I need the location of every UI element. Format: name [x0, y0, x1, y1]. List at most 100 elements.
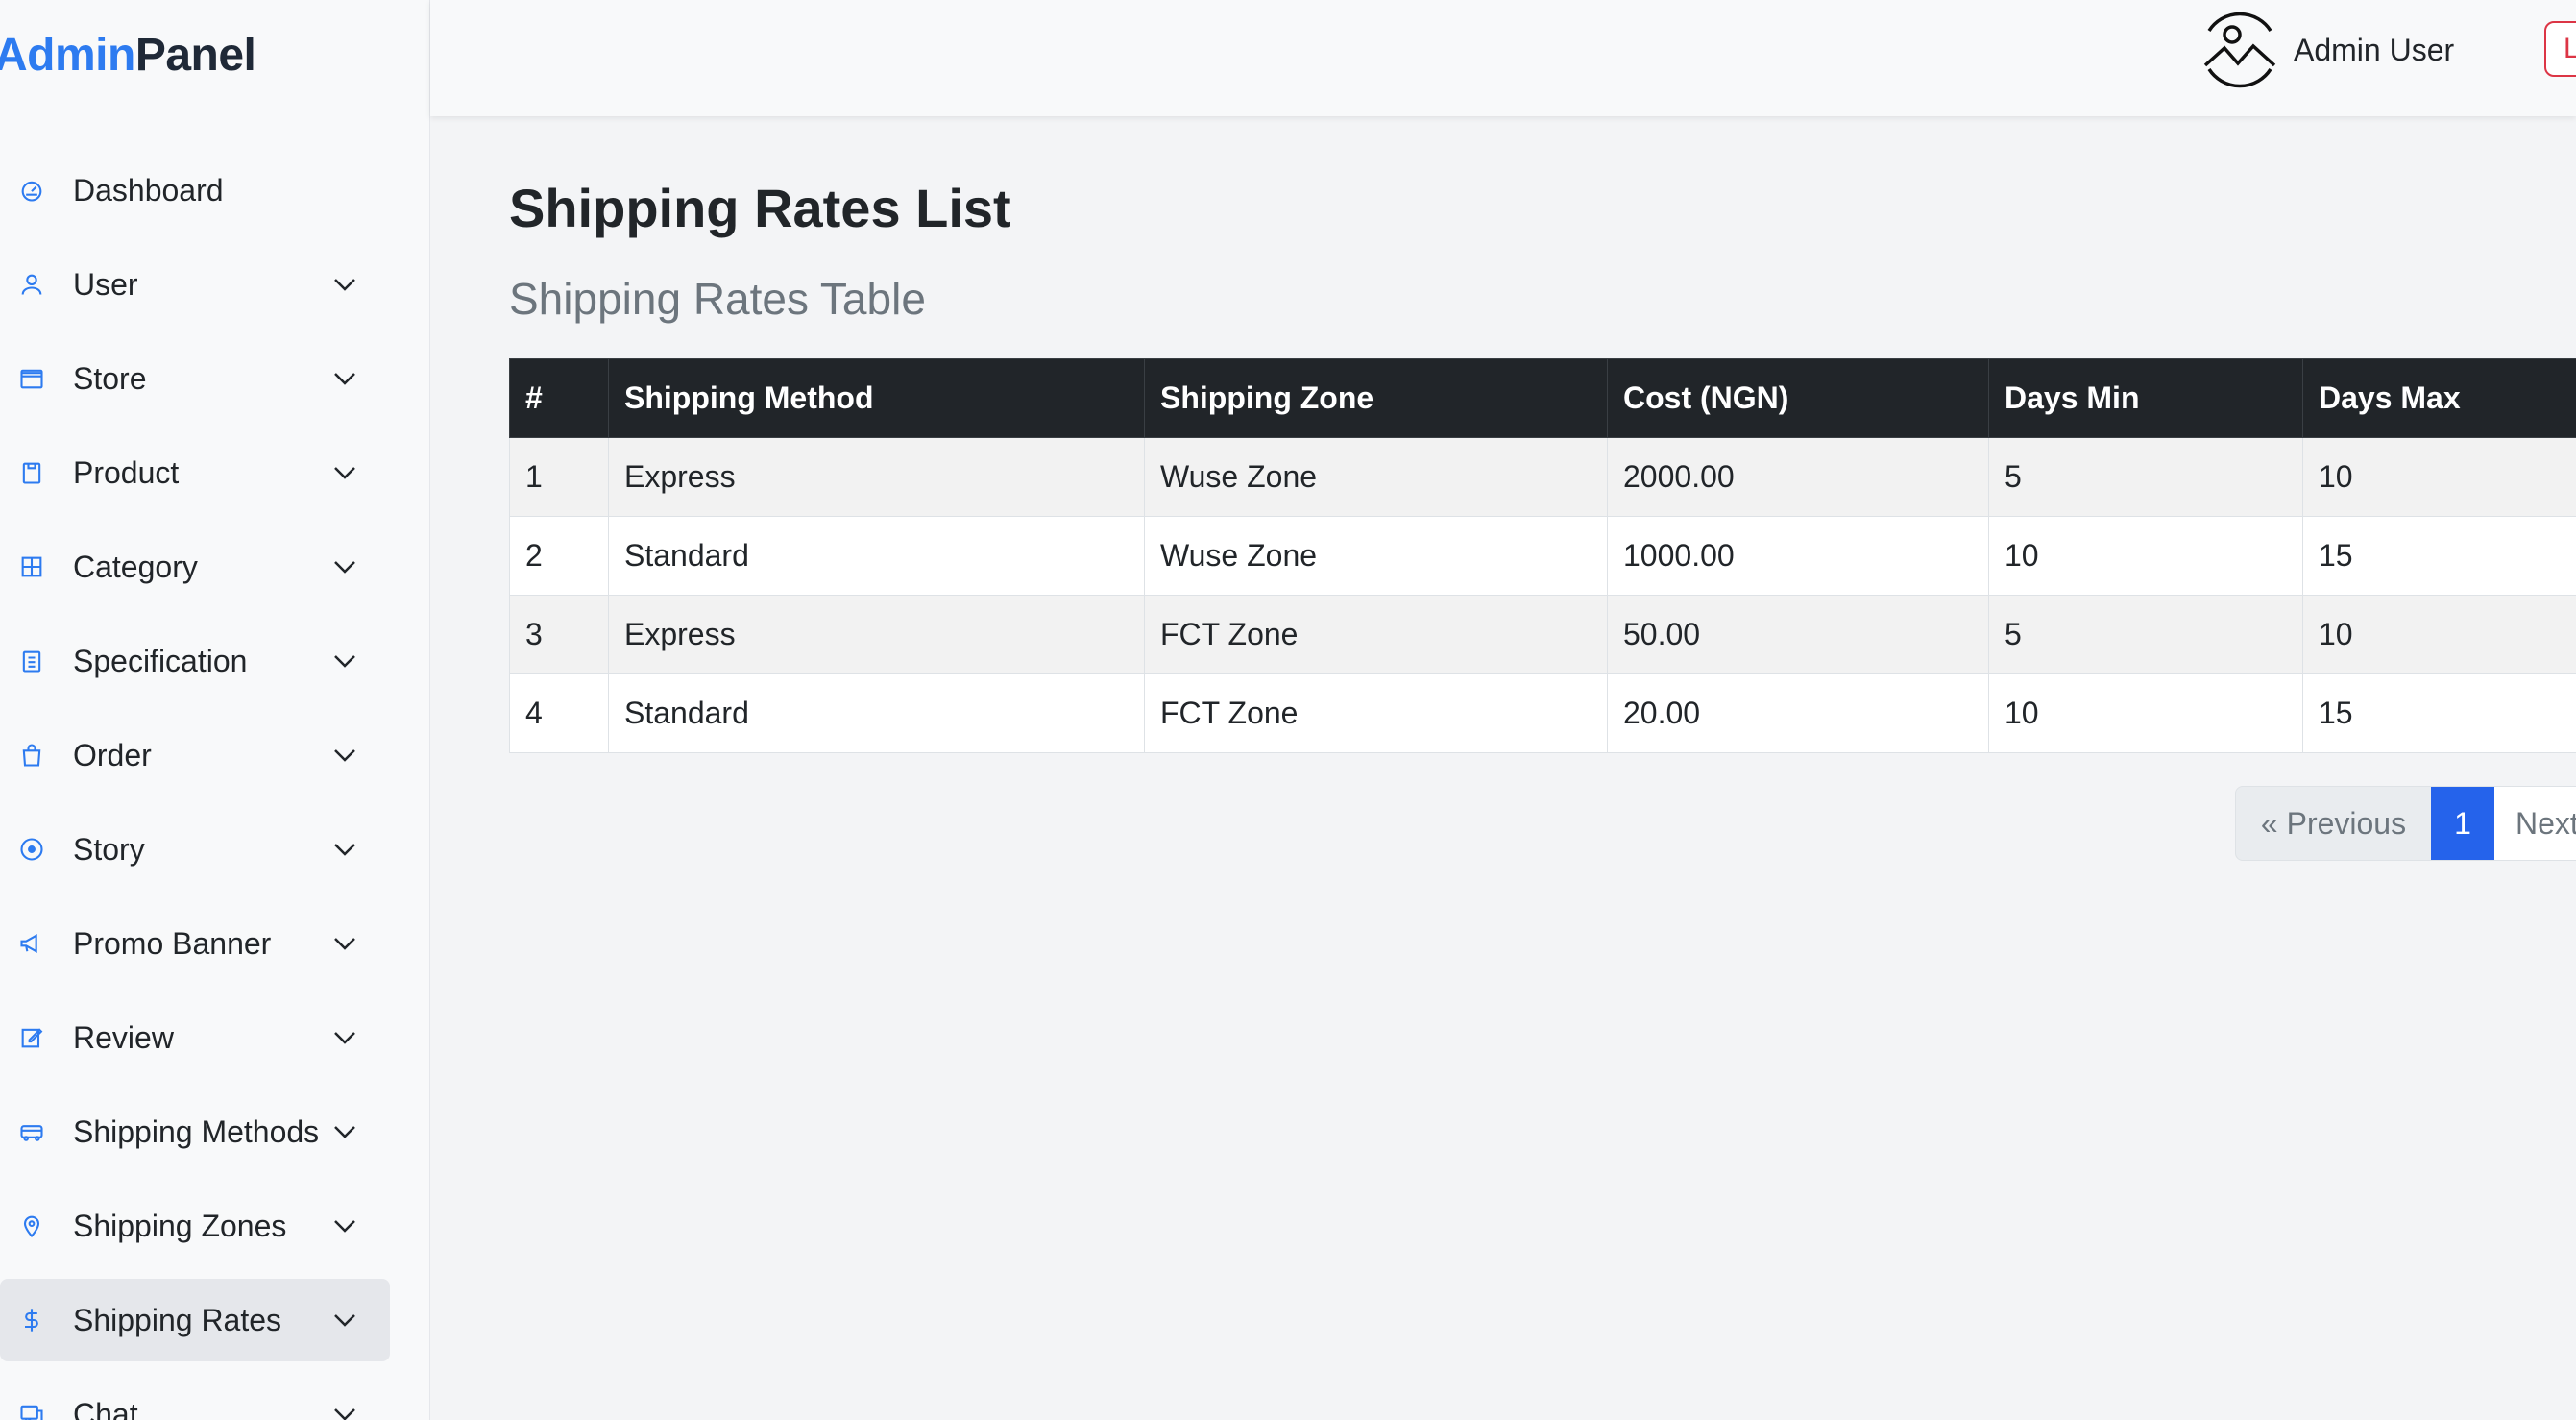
- sidebar-item-label: Shipping Zones: [73, 1208, 287, 1243]
- truck-icon: [17, 1117, 46, 1146]
- chevron-down-icon: [330, 929, 359, 958]
- story-icon: [17, 835, 46, 864]
- page-title: Shipping Rates List: [509, 178, 1011, 238]
- pagination: « Previous 1 Next »: [2235, 786, 2576, 861]
- sidebar-item-label: Story: [73, 831, 145, 867]
- column-header-shipping-zone: Shipping Zone: [1144, 358, 1608, 438]
- chevron-down-icon: [330, 647, 359, 675]
- cell-shipping-zone: FCT Zone: [1144, 673, 1608, 753]
- cell-index: 1: [509, 437, 609, 517]
- sidebar-item-label: Order: [73, 737, 152, 772]
- cell-cost: 1000.00: [1607, 516, 1989, 596]
- dashboard-icon: [17, 176, 46, 205]
- product-icon: [17, 458, 46, 487]
- column-header-days-min: Days Min: [1988, 358, 2303, 438]
- cell-shipping-zone: FCT Zone: [1144, 595, 1608, 674]
- sidebar-item-product[interactable]: Product: [0, 431, 390, 514]
- sidebar-item-order[interactable]: Order: [0, 714, 390, 796]
- sidebar-item-shipping-rates[interactable]: Shipping Rates: [0, 1279, 390, 1361]
- user-icon: [17, 270, 46, 299]
- next-page-button[interactable]: Next »: [2494, 787, 2576, 860]
- page-1-button[interactable]: 1: [2431, 787, 2494, 860]
- sidebar-item-label: Product: [73, 454, 180, 490]
- chevron-down-icon: [330, 552, 359, 581]
- order-icon: [17, 741, 46, 770]
- cell-index: 2: [509, 516, 609, 596]
- map-pin-icon: [17, 1212, 46, 1240]
- cell-shipping-method: Standard: [608, 673, 1145, 753]
- table-row: 3 Express FCT Zone 50.00 5 10: [509, 595, 2576, 674]
- cell-shipping-zone: Wuse Zone: [1144, 437, 1608, 517]
- chevron-down-icon: [330, 1212, 359, 1240]
- sidebar: AdminPanel Dashboard User Store Product …: [0, 0, 430, 1420]
- user-name[interactable]: Admin User: [2294, 33, 2454, 68]
- cell-days-min: 10: [1988, 516, 2303, 596]
- table-row: 1 Express Wuse Zone 2000.00 5 10: [509, 437, 2576, 517]
- chevron-down-icon: [330, 458, 359, 487]
- sidebar-item-promo-banner[interactable]: Promo Banner: [0, 902, 390, 985]
- sidebar-item-label: Shipping Rates: [73, 1302, 282, 1337]
- sidebar-item-specification[interactable]: Specification: [0, 620, 390, 702]
- cell-index: 4: [509, 673, 609, 753]
- sidebar-item-label: User: [73, 266, 138, 302]
- sidebar-item-shipping-methods[interactable]: Shipping Methods: [0, 1090, 390, 1173]
- sidebar-item-label: Specification: [73, 643, 248, 678]
- dollar-icon: [17, 1306, 46, 1334]
- chevron-down-icon: [330, 364, 359, 393]
- column-header-cost: Cost (NGN): [1607, 358, 1989, 438]
- sidebar-item-user[interactable]: User: [0, 243, 390, 326]
- cell-cost: 50.00: [1607, 595, 1989, 674]
- cell-shipping-zone: Wuse Zone: [1144, 516, 1608, 596]
- shipping-rates-table: # Shipping Method Shipping Zone Cost (NG…: [509, 358, 2576, 753]
- sidebar-item-review[interactable]: Review: [0, 996, 390, 1079]
- cell-index: 3: [509, 595, 609, 674]
- cell-days-max: 10: [2302, 595, 2576, 674]
- sidebar-item-dashboard[interactable]: Dashboard: [0, 149, 390, 232]
- sidebar-item-label: Dashboard: [73, 172, 224, 208]
- category-icon: [17, 552, 46, 581]
- sidebar-item-label: Review: [73, 1019, 174, 1055]
- cell-shipping-method: Express: [608, 437, 1145, 517]
- chat-icon: [17, 1400, 46, 1420]
- chevron-down-icon: [330, 1023, 359, 1052]
- sidebar-item-shipping-zones[interactable]: Shipping Zones: [0, 1185, 390, 1267]
- chevron-down-icon: [330, 1117, 359, 1146]
- chevron-down-icon: [330, 1400, 359, 1420]
- review-icon: [17, 1023, 46, 1052]
- specification-icon: [17, 647, 46, 675]
- logout-button[interactable]: Logout: [2544, 21, 2576, 77]
- sidebar-item-story[interactable]: Story: [0, 808, 390, 891]
- sidebar-item-label: Promo Banner: [73, 925, 272, 961]
- sidebar-item-label: Chat: [73, 1396, 138, 1420]
- sidebar-item-label: Category: [73, 549, 198, 584]
- table-row: 4 Standard FCT Zone 20.00 10 15: [509, 673, 2576, 753]
- avatar[interactable]: [2199, 10, 2280, 90]
- column-header-days-max: Days Max: [2302, 358, 2576, 438]
- chevron-down-icon: [330, 741, 359, 770]
- cell-cost: 2000.00: [1607, 437, 1989, 517]
- sidebar-item-label: Store: [73, 360, 147, 396]
- sidebar-item-chat[interactable]: Chat: [0, 1373, 390, 1420]
- previous-page-button[interactable]: « Previous: [2236, 787, 2431, 860]
- column-header-shipping-method: Shipping Method: [608, 358, 1145, 438]
- table-row: 2 Standard Wuse Zone 1000.00 10 15: [509, 516, 2576, 596]
- cell-days-min: 5: [1988, 437, 2303, 517]
- chevron-down-icon: [330, 270, 359, 299]
- chevron-down-icon: [330, 1306, 359, 1334]
- cell-days-max: 15: [2302, 673, 2576, 753]
- brand-logo[interactable]: AdminPanel: [0, 29, 256, 82]
- table-header-row: # Shipping Method Shipping Zone Cost (NG…: [509, 358, 2576, 438]
- sidebar-item-store[interactable]: Store: [0, 337, 390, 420]
- cell-shipping-method: Standard: [608, 516, 1145, 596]
- cell-days-min: 10: [1988, 673, 2303, 753]
- table-title: Shipping Rates Table: [509, 274, 926, 324]
- store-icon: [17, 364, 46, 393]
- cell-cost: 20.00: [1607, 673, 1989, 753]
- cell-shipping-method: Express: [608, 595, 1145, 674]
- cell-days-max: 15: [2302, 516, 2576, 596]
- sidebar-item-category[interactable]: Category: [0, 526, 390, 608]
- megaphone-icon: [17, 929, 46, 958]
- sidebar-item-label: Shipping Methods: [73, 1114, 320, 1149]
- chevron-down-icon: [330, 835, 359, 864]
- cell-days-min: 5: [1988, 595, 2303, 674]
